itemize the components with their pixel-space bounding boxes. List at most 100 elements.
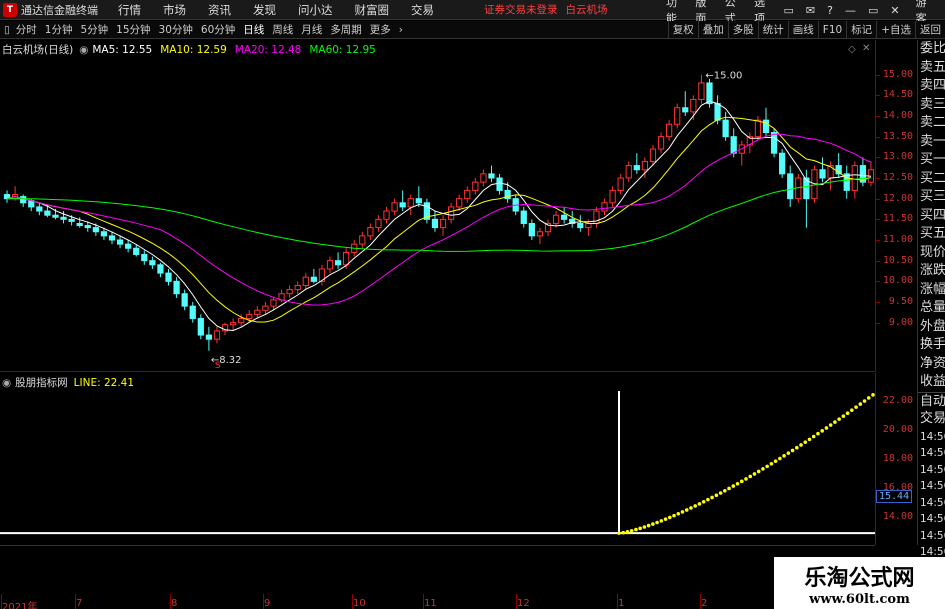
chevron-right-icon[interactable]: › — [399, 24, 403, 36]
candle-body — [165, 272, 172, 282]
mail-icon[interactable]: ✉ — [806, 4, 815, 17]
candle-body — [197, 318, 204, 336]
candle-body — [536, 231, 544, 237]
menu-trade[interactable]: 交易 — [411, 2, 434, 18]
candle-body — [633, 165, 640, 171]
quote-panel: 委比 卖五 卖四 卖三 卖二 卖一 买一 买二 买三 买四 买五 现价 涨跌 涨幅 总量 外盘 换手 净资 收益 自动… — [917, 40, 945, 558]
btn-multi-stock[interactable]: 多股 — [727, 21, 758, 39]
candle-body — [480, 173, 487, 183]
candlestick-chart[interactable]: ←15.00 ←8.32 S — [0, 40, 875, 372]
period-multi[interactable]: 多周期 — [330, 22, 362, 37]
maximize-icon[interactable]: ▭ — [868, 4, 878, 17]
indicator-dot — [646, 523, 651, 528]
indicator-settings-icon[interactable]: ◉ — [2, 377, 11, 389]
btn-adjust[interactable]: 复权 — [667, 21, 698, 39]
minimize-icon[interactable]: — — [845, 4, 856, 17]
date-tick: 12 — [517, 598, 530, 609]
period-monthly[interactable]: 月线 — [301, 22, 322, 37]
indicator-dot — [765, 464, 769, 469]
period-daily[interactable]: 日线 — [243, 22, 264, 37]
price-tick: 11.00 — [882, 234, 913, 245]
skin-icon[interactable]: ▭ — [784, 4, 794, 17]
ma5-label: MA5: 12.55 — [92, 43, 153, 56]
menu-news[interactable]: 资讯 — [208, 2, 231, 18]
menu-ask[interactable]: 问小达 — [298, 2, 333, 18]
period-5min[interactable]: 5分钟 — [80, 22, 108, 37]
quote-field: 现价 — [920, 244, 945, 260]
date-tick-mark — [170, 594, 171, 609]
close-icon[interactable]: ✕ — [890, 4, 899, 17]
btn-stats[interactable]: 统计 — [757, 21, 788, 39]
indicator-dot — [638, 526, 642, 531]
candle-body — [472, 181, 479, 191]
date-tick-mark — [352, 594, 353, 609]
period-15min[interactable]: 15分钟 — [116, 22, 150, 37]
indicator-dot — [782, 454, 786, 458]
candle-body — [270, 299, 277, 307]
period-60min[interactable]: 60分钟 — [201, 22, 235, 37]
settings-icon[interactable]: ◉ — [79, 44, 88, 56]
indicator-dot — [833, 420, 837, 424]
candle-body — [787, 173, 794, 200]
indicator-tick: 14.00 — [882, 511, 913, 523]
btn-f10[interactable]: F10 — [817, 21, 846, 39]
btn-add-watchlist[interactable]: +自选 — [876, 21, 915, 39]
menu-quotes[interactable]: 行情 — [118, 2, 141, 18]
candle-body — [561, 214, 568, 220]
watermark-url: www.60lt.com — [809, 591, 910, 607]
date-tick-mark — [516, 594, 517, 609]
quote-field: 总量 — [920, 300, 945, 315]
indicator-dot — [731, 484, 736, 488]
menu-market[interactable]: 市场 — [163, 2, 186, 18]
indicator-dot — [714, 493, 719, 498]
btn-mark[interactable]: 标记 — [846, 21, 876, 39]
indicator-tick: 18.00 — [882, 453, 913, 464]
candle-body — [343, 251, 350, 266]
candle-body — [286, 289, 293, 295]
candle-body — [399, 202, 406, 208]
indicator-dot — [837, 417, 841, 421]
pause-icon[interactable]: ▯ — [4, 24, 10, 36]
indicator-dot — [778, 456, 782, 461]
candle-body — [181, 293, 188, 307]
price-tick: 9.50 — [888, 296, 913, 307]
quote-field: 卖五 — [920, 59, 945, 75]
indicator-panel[interactable] — [0, 373, 875, 545]
indicator-dot — [795, 445, 799, 450]
period-1min[interactable]: 1分钟 — [45, 22, 73, 37]
chart-header: 白云机场(日线) ◉ MA5: 12.55 MA10: 12.59 MA20: … — [2, 42, 384, 57]
period-weekly[interactable]: 周线 — [272, 22, 293, 37]
indicator-dot — [799, 443, 803, 447]
indicator-tick: 22.00 — [882, 394, 913, 406]
period-intraday[interactable]: 分时 — [16, 22, 37, 37]
price-tick-mark — [876, 281, 880, 283]
candle-body — [674, 107, 681, 125]
quote-field: 卖二 — [920, 115, 945, 130]
price-tick: 15.00 — [882, 68, 913, 80]
btn-draw[interactable]: 画线 — [787, 21, 818, 39]
btn-back[interactable]: 返回 — [915, 21, 945, 39]
candle-body — [625, 165, 632, 179]
login-status[interactable]: 证券交易未登录 — [484, 2, 558, 17]
help-icon[interactable]: ? — [827, 4, 833, 17]
period-more[interactable]: 更多 — [370, 22, 391, 37]
price-tick-mark — [876, 74, 880, 76]
candlestick-svg: ←15.00←8.32S — [3, 71, 875, 371]
candle-body — [407, 198, 414, 208]
date-tick-mark — [700, 594, 701, 609]
price-tick: 13.50 — [882, 130, 913, 142]
btn-overlay[interactable]: 叠加 — [697, 21, 728, 39]
indicator-dot — [621, 530, 626, 535]
price-tick: 12.00 — [882, 192, 913, 204]
indicator-dot — [866, 396, 871, 400]
date-tick: 2 — [701, 598, 708, 609]
candle-body — [262, 305, 269, 311]
candle-body — [173, 280, 180, 295]
trade-time: 14:56 — [920, 480, 945, 492]
period-30min[interactable]: 30分钟 — [159, 22, 193, 37]
indicator-dot — [684, 508, 689, 512]
menu-discover[interactable]: 发现 — [253, 2, 276, 18]
date-tick: 11 — [424, 598, 437, 609]
menu-wealth[interactable]: 财富圈 — [355, 2, 390, 18]
period-toolbar: ▯ 分时 1分钟 5分钟 15分钟 30分钟 60分钟 日线 周线 月线 多周期… — [0, 21, 945, 39]
